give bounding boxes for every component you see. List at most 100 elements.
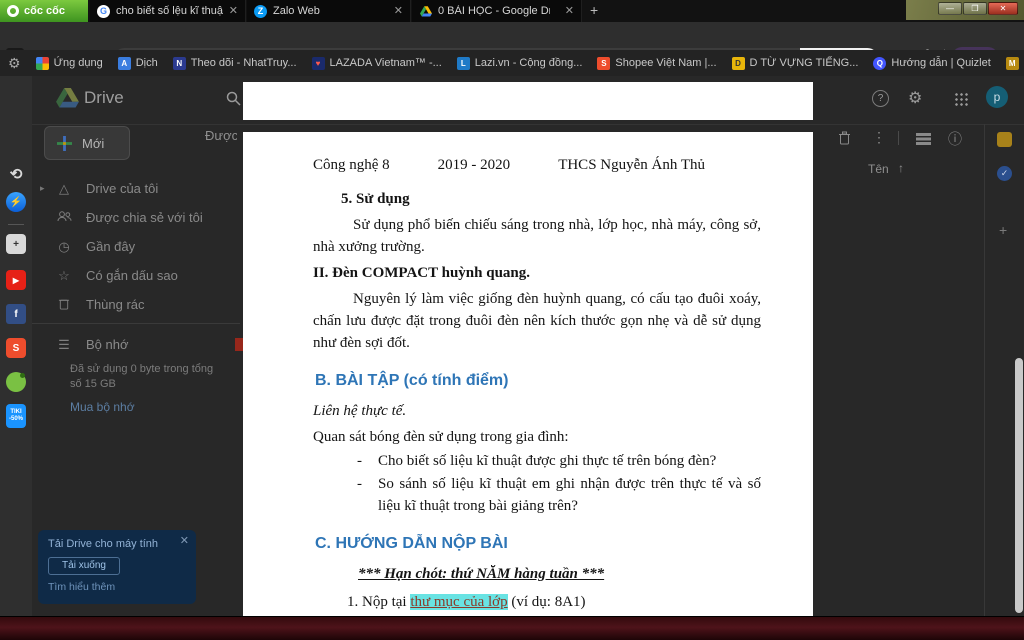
sidebar-item-label: Được chia sẻ với tôi — [86, 210, 203, 225]
new-button-label: Mới — [82, 135, 105, 151]
breadcrumb: Được chia sẻ với tôi — [205, 128, 237, 143]
promo-download-button[interactable]: Tải xuống — [48, 557, 120, 575]
bookmark-quizlet[interactable]: Q Hướng dẫn | Quizlet — [873, 56, 991, 70]
info-icon[interactable]: ⓘ — [948, 129, 962, 149]
doc-paragraph: Nguyên lý làm việc giống đèn huỳnh quang… — [313, 291, 761, 351]
tab-close-icon[interactable]: ✕ — [565, 5, 574, 17]
buy-storage-link[interactable]: Mua bộ nhớ — [70, 400, 135, 414]
coccoc-logo-icon — [7, 5, 19, 17]
help-icon[interactable]: ? — [872, 90, 889, 107]
column-header-name[interactable]: Tên — [868, 162, 889, 176]
lazada-heart-icon: ♥ — [311, 56, 325, 70]
messenger-icon[interactable]: ⚡ — [6, 192, 26, 212]
youtube-icon[interactable]: ▶ — [6, 270, 26, 290]
window-close-button[interactable]: ✕ — [988, 2, 1018, 15]
drive-app-name: Drive — [84, 88, 124, 107]
tasks-icon[interactable]: ✓ — [997, 166, 1012, 181]
sidebar-item-recent[interactable]: ◷ Gần đây — [32, 232, 240, 261]
account-avatar[interactable]: p — [986, 86, 1008, 108]
bookmark-memrise[interactable]: MTrang chủ - Memrise — [1005, 56, 1024, 70]
bookmark-label: Hướng dẫn | Quizlet — [891, 57, 991, 69]
tab-search[interactable]: G cho biết số lệu kĩ thuật đượ ✕ — [90, 0, 246, 22]
doc-subsection-title: 5. Sử dụng — [341, 191, 410, 207]
drive-favicon — [419, 5, 432, 18]
bookmark-label: LAZADA Vietnam™ -... — [329, 57, 442, 69]
lazi-favicon: L — [456, 56, 470, 70]
bookmark-translate[interactable]: A Dịch — [117, 56, 158, 70]
sidebar-item-starred[interactable]: ☆ Có gắn dấu sao — [32, 261, 240, 290]
n-favicon: N — [172, 56, 186, 70]
window-caption: — ❒ ✕ — [906, 0, 1024, 20]
bullet-text: Cho biết số liệu kĩ thuật được ghi thực … — [378, 453, 717, 469]
sidebar-item-storage[interactable]: ☰ Bộ nhớ — [32, 330, 240, 359]
tab-drive[interactable]: 0 BÀI HỌC - Google Drive ✕ — [412, 0, 582, 22]
doc-header-center: 2019 - 2020 — [437, 157, 511, 173]
sidebar-item-label: Drive của tôi — [86, 181, 159, 196]
tiki-icon[interactable]: TIKI -50% — [6, 404, 26, 428]
rail-divider — [8, 224, 24, 225]
more-vertical-icon[interactable]: ⋮ — [872, 129, 886, 146]
shopee-bag-icon: S — [597, 56, 611, 70]
coccoc-menu-button[interactable]: cốc cốc — [0, 0, 88, 22]
bookmark-nhattruy[interactable]: N Theo dõi - NhatTruy... — [172, 56, 297, 70]
star-icon: ☆ — [58, 267, 70, 283]
add-icon[interactable]: + — [6, 234, 26, 254]
preview-scrollbar[interactable] — [1015, 358, 1023, 613]
apps-grid-icon[interactable] — [954, 92, 968, 106]
search-icon[interactable] — [226, 91, 241, 111]
google-favicon: G — [97, 4, 110, 18]
browser-tab-strip: cốc cốc G cho biết số lệu kĩ thuật đượ ✕… — [0, 0, 1024, 22]
coccoc-side-rail: ⟲ ⚡ + ▶ f S TIKI -50% — [0, 76, 32, 616]
window-maximize-button[interactable]: ❒ — [963, 2, 987, 15]
document-header-row: Công nghệ 8 2019 - 2020 THCS Nguyễn Ánh … — [313, 154, 761, 176]
expand-caret-icon[interactable]: ▸ — [40, 183, 45, 194]
sidebar-item-shared-with-me[interactable]: Được chia sẻ với tôi — [32, 203, 240, 232]
submit1-text: 1. Nộp tại — [347, 594, 411, 610]
doc-submit-line-1: 1. Nộp tại thư mục của lớp (ví dụ: 8A1) — [347, 591, 761, 613]
sidebar-item-my-drive[interactable]: ▸ △ Drive của tôi — [32, 174, 240, 203]
tab-zalo[interactable]: Z Zalo Web ✕ — [247, 0, 411, 22]
my-drive-icon: △ — [59, 180, 69, 196]
history-icon[interactable]: ⟲ — [6, 164, 26, 184]
facebook-icon[interactable]: f — [6, 304, 26, 324]
bookmark-shopee[interactable]: S Shopee Việt Nam |... — [597, 56, 717, 70]
gear-icon[interactable]: ⚙ — [8, 55, 21, 72]
windows-taskbar: e ▶ W EN ▲ V ⚐ 1:52 PM 4/7/2020 — [0, 616, 1024, 640]
tab-close-icon[interactable]: ✕ — [229, 5, 238, 17]
plus-icon[interactable]: + — [999, 222, 1007, 238]
lazi-icon[interactable] — [6, 372, 26, 392]
people-icon — [56, 210, 72, 225]
sidebar-item-label: Có gắn dấu sao — [86, 268, 178, 283]
zalo-favicon: Z — [254, 4, 267, 18]
submit1-example: (ví dụ: 8A1) — [507, 594, 586, 610]
bullet-dash: - — [357, 453, 362, 469]
bookmark-tuvung[interactable]: D D TỪ VỰNG TIẾNG... — [731, 56, 858, 70]
gear-icon[interactable]: ⚙ — [908, 88, 922, 108]
drive-desktop-promo-card: ✕ Tải Drive cho máy tính Tải xuống Tìm h… — [38, 530, 196, 604]
close-icon[interactable]: ✕ — [180, 534, 189, 547]
promo-learn-more-link[interactable]: Tìm hiểu thêm — [48, 581, 186, 593]
drive-new-button[interactable]: Mới — [44, 126, 130, 160]
list-view-icon[interactable] — [916, 132, 931, 150]
sidebar-item-trash[interactable]: Thùng rác — [32, 290, 240, 319]
tab-close-icon[interactable]: ✕ — [394, 5, 403, 17]
bookmark-label: Theo dõi - NhatTruy... — [190, 57, 297, 69]
class-folder-link[interactable]: thư mục của lớp — [410, 594, 508, 610]
trash-icon[interactable] — [838, 131, 851, 150]
tab-title: cho biết số lệu kĩ thuật đượ — [116, 5, 223, 17]
promo-title: Tải Drive cho máy tính — [48, 538, 159, 550]
doc-intro-line: Quan sát bóng đèn sử dụng trong gia đình… — [313, 429, 569, 445]
storage-usage-text: Đã sử dụng 0 byte trong tổng số 15 GB — [70, 363, 214, 390]
bookmark-lazada[interactable]: ♥ LAZADA Vietnam™ -... — [311, 56, 442, 70]
shopee-icon[interactable]: S — [6, 338, 26, 358]
coccoc-brand-label: cốc cốc — [24, 5, 65, 17]
bookmark-apps[interactable]: Ứng dụng — [35, 56, 103, 70]
keep-icon[interactable] — [997, 132, 1012, 147]
bookmark-lazi[interactable]: L Lazi.vn - Cộng đồng... — [456, 56, 582, 70]
sort-ascending-icon[interactable]: ↑ — [898, 161, 904, 175]
window-minimize-button[interactable]: — — [938, 2, 962, 15]
new-tab-button[interactable]: + — [590, 2, 598, 18]
document-page-1-bottom — [243, 82, 813, 120]
drive-sidebar: ▸ △ Drive của tôi Được chia sẻ với tôi ◷… — [32, 174, 240, 319]
quizlet-q-icon: Q — [873, 56, 887, 70]
